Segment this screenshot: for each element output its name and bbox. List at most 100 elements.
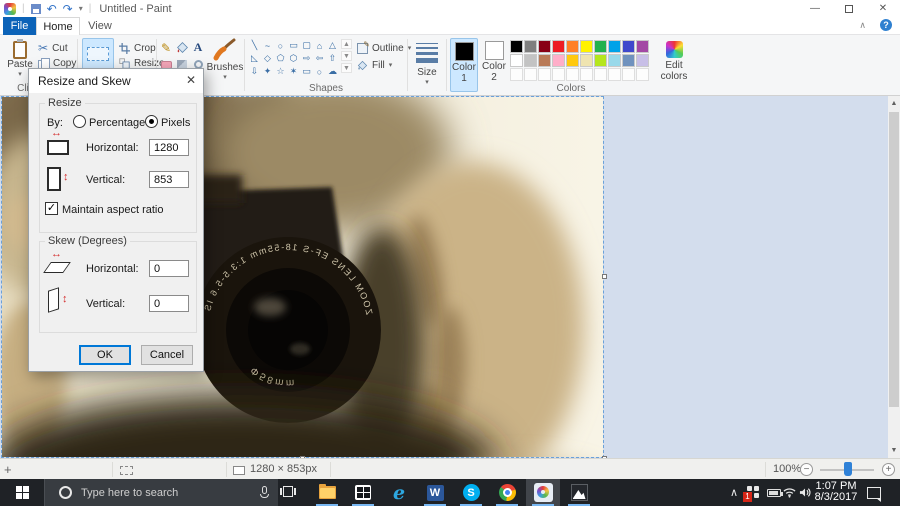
palette-swatch[interactable] (510, 54, 523, 67)
undo-icon[interactable]: ↶ (47, 4, 57, 14)
shape-curve[interactable]: ~ (261, 39, 274, 52)
vertical-input[interactable] (149, 171, 189, 188)
shape-callout-cloud[interactable]: ☁ (326, 65, 339, 78)
palette-swatch[interactable] (636, 40, 649, 53)
palette-swatch[interactable] (538, 40, 551, 53)
palette-swatch[interactable] (580, 40, 593, 53)
action-center-button[interactable] (862, 479, 886, 506)
shape-arrow-right[interactable]: ⇨ (300, 52, 313, 65)
shape-rectangle[interactable]: ▭ (287, 39, 300, 52)
taskbar-chrome[interactable] (490, 479, 524, 506)
shape-line[interactable]: ╲ (248, 39, 261, 52)
edit-colors-button[interactable]: Edit colors (657, 37, 691, 82)
dialog-close-icon[interactable]: ✕ (186, 73, 196, 87)
tray-app-badge[interactable]: 1 (744, 479, 764, 506)
vertical-scrollbar[interactable]: ▲ ▼ (888, 96, 900, 458)
text-tool[interactable]: A (190, 40, 206, 55)
canvas-resize-handle-right[interactable] (602, 274, 607, 279)
fill-button[interactable]: Fill ▾ (357, 58, 392, 72)
redo-icon[interactable]: ↷ (63, 4, 73, 14)
palette-swatch[interactable] (594, 54, 607, 67)
tab-view[interactable]: View (80, 17, 120, 35)
shape-diamond[interactable]: ◇ (261, 52, 274, 65)
palette-empty[interactable] (538, 68, 551, 81)
shape-rounded-rectangle[interactable]: ▢ (300, 39, 313, 52)
percentage-radio[interactable] (73, 115, 86, 128)
palette-empty[interactable] (608, 68, 621, 81)
shape-callout-rect[interactable]: ▭ (300, 65, 313, 78)
microphone-icon[interactable] (260, 486, 268, 499)
start-button[interactable] (0, 479, 44, 506)
palette-swatch[interactable] (510, 40, 523, 53)
taskbar-store[interactable] (346, 479, 380, 506)
palette-empty[interactable] (552, 68, 565, 81)
palette-swatch[interactable] (538, 54, 551, 67)
size-button[interactable]: Size ▾ (413, 37, 441, 86)
palette-swatch[interactable] (608, 54, 621, 67)
shape-pentagon[interactable]: ⬠ (274, 52, 287, 65)
cut-button[interactable]: ✂ Cut (38, 41, 68, 55)
palette-swatch[interactable] (566, 40, 579, 53)
maximize-button[interactable] (832, 0, 866, 17)
taskbar-clock[interactable]: 1:07 PM 8/3/2017 (812, 481, 860, 503)
shape-right-triangle[interactable]: ◺ (248, 52, 261, 65)
task-view-button[interactable] (280, 485, 296, 499)
palette-swatch[interactable] (524, 54, 537, 67)
palette-empty[interactable] (510, 68, 523, 81)
crop-button[interactable]: Crop (119, 41, 156, 55)
taskbar-word[interactable]: W (418, 479, 452, 506)
taskbar-search[interactable]: Type here to search (44, 479, 278, 506)
shape-arrow-up[interactable]: ⇧ (326, 52, 339, 65)
tab-home[interactable]: Home (36, 17, 80, 35)
palette-empty[interactable] (636, 68, 649, 81)
taskbar-skype[interactable]: S (454, 479, 488, 506)
scrollbar-thumb[interactable] (889, 112, 899, 407)
taskbar-file-explorer[interactable] (310, 479, 344, 506)
ribbon-collapse-icon[interactable]: ∧ (859, 20, 866, 31)
horizontal-input[interactable] (149, 139, 189, 156)
zoom-in-button[interactable]: + (882, 463, 895, 476)
palette-empty[interactable] (594, 68, 607, 81)
cancel-button[interactable]: Cancel (141, 345, 193, 365)
palette-swatch[interactable] (622, 40, 635, 53)
palette-empty[interactable] (580, 68, 593, 81)
palette-swatch[interactable] (622, 54, 635, 67)
skew-vertical-input[interactable] (149, 295, 189, 312)
palette-swatch[interactable] (608, 40, 621, 53)
scroll-down-icon[interactable]: ▼ (888, 443, 900, 458)
pencil-tool[interactable]: ✎ (158, 40, 174, 55)
palette-empty[interactable] (566, 68, 579, 81)
paint-app-icon[interactable] (4, 3, 16, 15)
shape-star5[interactable]: ☆ (274, 65, 287, 78)
shape-callout-oval[interactable]: ○ (313, 65, 326, 78)
palette-empty[interactable] (524, 68, 537, 81)
taskbar-paint-active[interactable] (526, 479, 560, 506)
zoom-slider-thumb[interactable] (844, 462, 852, 476)
tray-show-hidden-icons[interactable]: ∧ (726, 479, 742, 506)
tab-file[interactable]: File (3, 17, 36, 35)
palette-swatch[interactable] (594, 40, 607, 53)
taskbar-photos[interactable] (562, 479, 596, 506)
shape-star6[interactable]: ✶ (287, 65, 300, 78)
shape-arrow-left[interactable]: ⇦ (313, 52, 326, 65)
maintain-aspect-checkbox[interactable]: ✓ (45, 202, 58, 215)
taskbar-edge[interactable]: e (382, 479, 416, 506)
shape-hexagon[interactable]: ⬡ (287, 52, 300, 65)
palette-swatch[interactable] (552, 40, 565, 53)
shape-ellipse[interactable]: ○ (274, 39, 287, 52)
outline-button[interactable]: Outline ▾ (357, 41, 411, 55)
fill-tool[interactable] (174, 40, 190, 55)
palette-swatch[interactable] (636, 54, 649, 67)
minimize-button[interactable]: — (798, 0, 832, 17)
shapes-more[interactable]: ▼ (341, 63, 352, 73)
shapes-scroll-down[interactable]: ▼ (341, 51, 352, 61)
ok-button[interactable]: OK (79, 345, 131, 365)
palette-swatch[interactable] (524, 40, 537, 53)
close-button[interactable]: ✕ (866, 0, 900, 17)
shape-arrow-down[interactable]: ⇩ (248, 65, 261, 78)
shape-triangle[interactable]: △ (326, 39, 339, 52)
palette-swatch[interactable] (552, 54, 565, 67)
pixels-radio[interactable] (145, 115, 158, 128)
zoom-out-button[interactable]: − (800, 463, 813, 476)
skew-horizontal-input[interactable] (149, 260, 189, 277)
